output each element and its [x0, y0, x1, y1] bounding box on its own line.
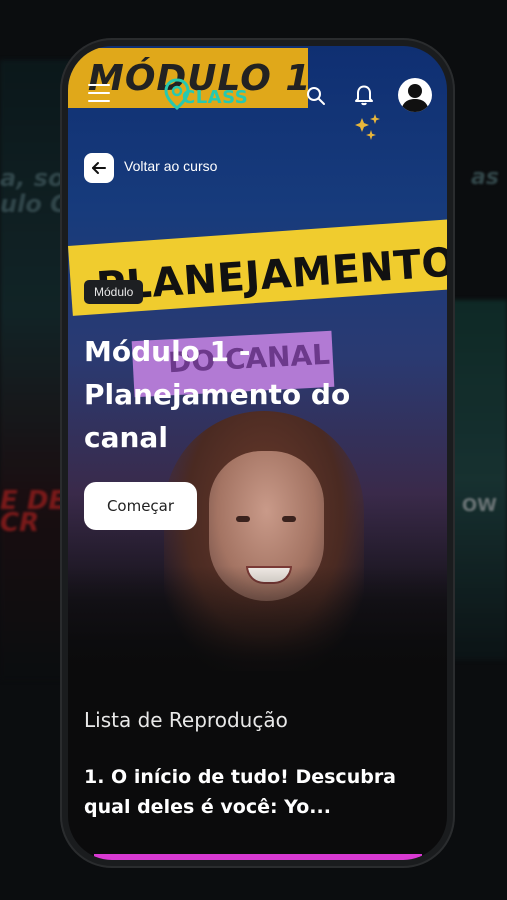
playlist-item-thumbnail[interactable] — [94, 854, 422, 860]
back-label[interactable]: Voltar ao curso — [124, 158, 217, 174]
playlist-heading: Lista de Reprodução — [84, 708, 288, 732]
presenter-eye-left — [236, 516, 250, 522]
start-button[interactable]: Começar — [84, 482, 197, 530]
background-text-right: as — [471, 165, 499, 190]
arrow-left-icon — [92, 162, 106, 174]
module-tag: Módulo — [84, 280, 144, 304]
playlist-item-title[interactable]: 1. O início de tudo! Descubra qual deles… — [84, 762, 434, 822]
hero-fade — [68, 566, 447, 726]
bell-icon[interactable] — [352, 82, 376, 106]
background-text-right-2: OW — [461, 495, 497, 516]
phone-frame: MÓDULO 1 PLANEJAMENTO DO CANAL CLASS Vol… — [60, 38, 455, 868]
search-icon[interactable] — [306, 86, 326, 106]
back-button[interactable] — [84, 153, 114, 183]
app-screen: MÓDULO 1 PLANEJAMENTO DO CANAL CLASS Vol… — [68, 46, 447, 860]
avatar-icon — [401, 84, 429, 112]
avatar[interactable] — [398, 78, 432, 112]
logo[interactable]: CLASS — [164, 76, 264, 114]
logo-text: CLASS — [182, 87, 249, 108]
sparkle-icon — [355, 114, 380, 140]
presenter-eye-right — [282, 516, 296, 522]
menu-icon[interactable] — [88, 84, 110, 102]
module-title: Módulo 1 - Planejamento do canal — [84, 335, 351, 454]
